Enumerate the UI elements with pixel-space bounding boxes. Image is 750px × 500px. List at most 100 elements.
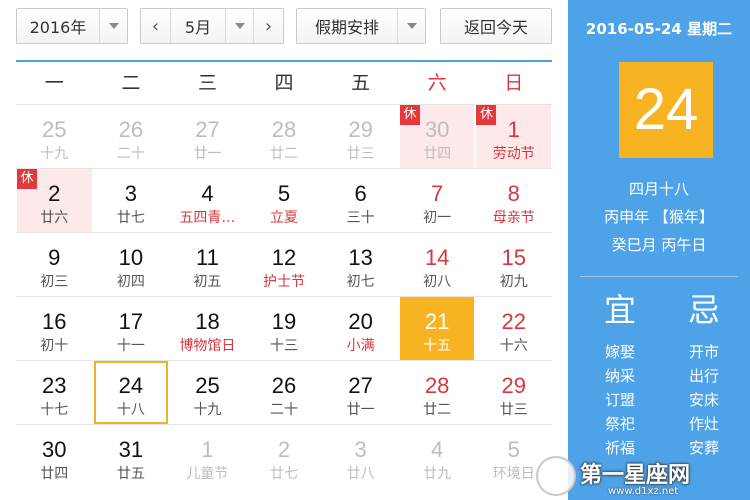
rest-day-badge: 休	[399, 105, 420, 125]
calendar-day-cell[interactable]: 9 初三	[17, 233, 92, 296]
back-to-today-button[interactable]: 返回今天	[440, 8, 552, 44]
calendar-day-cell[interactable]: 休 1 劳动节	[476, 105, 552, 168]
chevron-down-icon	[108, 23, 119, 29]
calendar-day-cell[interactable]: 2 廿七	[247, 425, 322, 488]
year-ganzhi: 丙申年 【猴年】	[604, 208, 714, 226]
calendar-day-cell[interactable]: 21 十五	[399, 297, 475, 360]
lunar-label: 廿七	[270, 466, 299, 482]
lunar-label: 廿四	[40, 466, 69, 482]
rest-day-badge: 休	[17, 169, 37, 189]
calendar-day-cell[interactable]: 休 2 廿六	[17, 169, 92, 232]
calendar-day-cell[interactable]: 24 十八	[93, 361, 169, 424]
calendar-day-cell[interactable]: 29 廿三	[323, 105, 398, 168]
calendar-day-cell[interactable]: 6 三十	[323, 169, 398, 232]
year-select[interactable]: 2016年	[16, 8, 128, 44]
lunar-label: 廿八	[346, 466, 375, 482]
watermark-url: www.d1xz.net	[608, 486, 679, 497]
ji-item: 出行	[688, 367, 719, 385]
calendar-day-cell[interactable]: 12 护士节	[247, 233, 322, 296]
day-number: 10	[118, 245, 144, 270]
lunar-label: 廿一	[193, 146, 222, 162]
calendar-day-cell[interactable]: 8 母亲节	[476, 169, 551, 232]
calendar-day-cell[interactable]: 26 二十	[94, 105, 169, 168]
calendar-grid: 25 十九 26 二十 27 廿一 28 廿二 29 廿三休 30 廿四休 1 劳动节休 2 廿六 3 廿七 4 五四…	[16, 104, 552, 488]
weekday-label: 一	[44, 72, 64, 94]
calendar-day-cell[interactable]: 28 廿二	[400, 361, 475, 424]
lunar-label: 初八	[423, 274, 452, 290]
day-number: 30	[42, 437, 67, 462]
calendar-day-cell[interactable]: 4 五四青…	[170, 169, 245, 232]
calendar-day-cell[interactable]: 1 儿童节	[170, 425, 245, 488]
lunar-label: 五四青…	[179, 210, 236, 226]
calendar-day-cell[interactable]: 10 初四	[94, 233, 169, 296]
calendar-day-cell[interactable]: 13 初七	[323, 233, 398, 296]
lunar-label: 廿五	[116, 466, 145, 482]
calendar-day-cell[interactable]: 29 廿三	[476, 361, 551, 424]
chevron-right-icon: ›	[264, 15, 273, 37]
calendar-day-cell[interactable]: 17 十一	[94, 297, 169, 360]
calendar-day-cell[interactable]: 3 廿八	[323, 425, 398, 488]
lunar-label: 立夏	[270, 210, 299, 226]
month-select[interactable]: ‹ 5月 ›	[140, 8, 284, 44]
lunar-label: 廿七	[116, 210, 145, 226]
lunar-label: 三十	[346, 210, 375, 226]
yi-item: 订盟	[604, 391, 635, 409]
calendar-day-cell[interactable]: 16 初十	[17, 297, 92, 360]
calendar-day-cell[interactable]: 7 初一	[400, 169, 475, 232]
calendar-day-cell[interactable]: 5 立夏	[247, 169, 322, 232]
lunar-label: 十五	[423, 338, 452, 354]
calendar-day-cell[interactable]: 15 初九	[476, 233, 551, 296]
lunar-date: 四月十八	[628, 180, 689, 198]
calendar-day-cell[interactable]: 28 廿二	[247, 105, 322, 168]
calendar-day-cell[interactable]: 18 博物馆日	[170, 297, 245, 360]
calendar-day-cell[interactable]: 4 廿九	[400, 425, 475, 488]
day-number: 25	[42, 117, 67, 142]
calendar-day-cell[interactable]: 22 十六	[476, 297, 551, 360]
yi-column: 宜 嫁娶 纳采 订盟 祭祀 祈福	[592, 290, 648, 460]
next-month-button[interactable]: ›	[253, 9, 283, 43]
yi-item: 嫁娶	[604, 343, 635, 361]
day-number: 6	[354, 181, 367, 206]
calendar-day-cell[interactable]: 11 初五	[170, 233, 245, 296]
year-select-label: 2016年	[29, 18, 87, 37]
day-number: 19	[271, 309, 297, 334]
calendar-day-cell[interactable]: 25 十九	[17, 105, 92, 168]
calendar-day-cell[interactable]: 20 小满	[323, 297, 398, 360]
month-day-ganzhi: 癸巳月 丙午日	[611, 236, 707, 254]
calendar-week-row: 16 初十 17 十一 18 博物馆日 19 十三 20 小满 21 十五 22 十六	[16, 296, 552, 360]
calendar-day-cell[interactable]: 26 二十	[247, 361, 322, 424]
ji-column: 忌 开市 出行 安床 作灶 安葬	[676, 290, 732, 460]
calendar-day-cell[interactable]: 27 廿一	[323, 361, 398, 424]
calendar-week-row: 30 廿四 31 廿五 1 儿童节 2 廿七 3 廿八 4 廿九 5 环境日	[16, 424, 552, 488]
calendar-day-cell[interactable]: 23 十七	[17, 361, 92, 424]
day-number: 28	[424, 373, 450, 398]
day-number: 3	[124, 181, 137, 206]
calendar-day-cell[interactable]: 14 初八	[400, 233, 475, 296]
day-number: 25	[195, 373, 220, 398]
prev-month-button[interactable]: ‹	[141, 9, 171, 43]
calendar-day-cell[interactable]: 27 廿一	[170, 105, 245, 168]
calendar-day-cell[interactable]: 31 廿五	[94, 425, 169, 488]
day-number: 4	[431, 437, 444, 462]
yi-item: 纳采	[604, 367, 635, 385]
day-number: 17	[118, 309, 144, 334]
lunar-label: 初三	[40, 274, 69, 290]
calendar-day-cell[interactable]: 19 十三	[247, 297, 322, 360]
month-dropdown-button[interactable]	[225, 9, 253, 43]
selected-date-line: 2016-05-24 星期二	[585, 20, 733, 38]
day-detail-panel: 2016-05-24 星期二 24 四月十八 丙申年 【猴年】 癸巳月 丙午日 …	[568, 0, 750, 500]
calendar-day-cell[interactable]: 25 十九	[170, 361, 245, 424]
holiday-select-label: 假期安排	[314, 18, 379, 37]
calendar-day-cell[interactable]: 30 廿四	[17, 425, 92, 488]
calendar-day-cell[interactable]: 休 30 廿四	[399, 105, 475, 168]
lunar-label: 初九	[499, 274, 528, 290]
day-number: 12	[271, 245, 297, 270]
year-dropdown-button[interactable]	[99, 9, 127, 43]
holiday-dropdown-button[interactable]	[397, 9, 425, 43]
calendar-day-cell[interactable]: 3 廿七	[94, 169, 169, 232]
lunar-label: 十九	[40, 146, 69, 162]
lunar-label: 初十	[40, 338, 69, 354]
lunar-label: 二十	[116, 146, 145, 162]
day-number: 4	[201, 181, 214, 206]
holiday-select[interactable]: 假期安排	[296, 8, 426, 44]
